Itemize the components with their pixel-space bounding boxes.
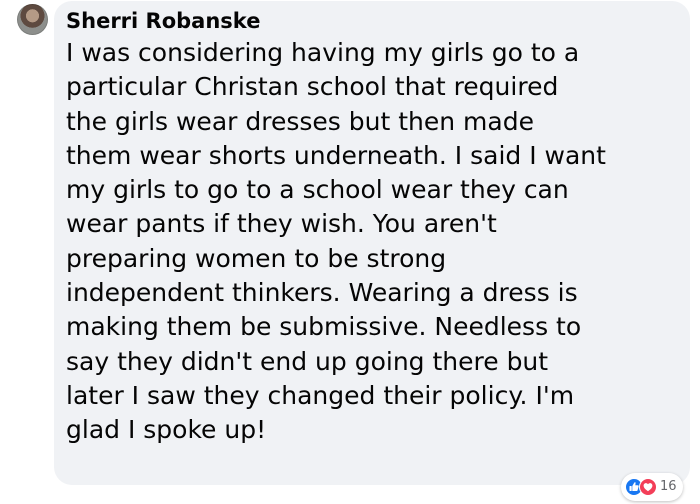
reactions-summary[interactable]: 16 (621, 473, 683, 501)
comment-text: I was considering having my girls go to … (66, 38, 606, 445)
reaction-icons (625, 478, 657, 496)
love-icon (639, 478, 657, 496)
author-name[interactable]: Sherri Robanske (66, 6, 260, 36)
comment: Sherri Robanske I was considering having… (0, 0, 700, 504)
reaction-count: 16 (660, 479, 677, 494)
avatar[interactable] (17, 4, 48, 35)
